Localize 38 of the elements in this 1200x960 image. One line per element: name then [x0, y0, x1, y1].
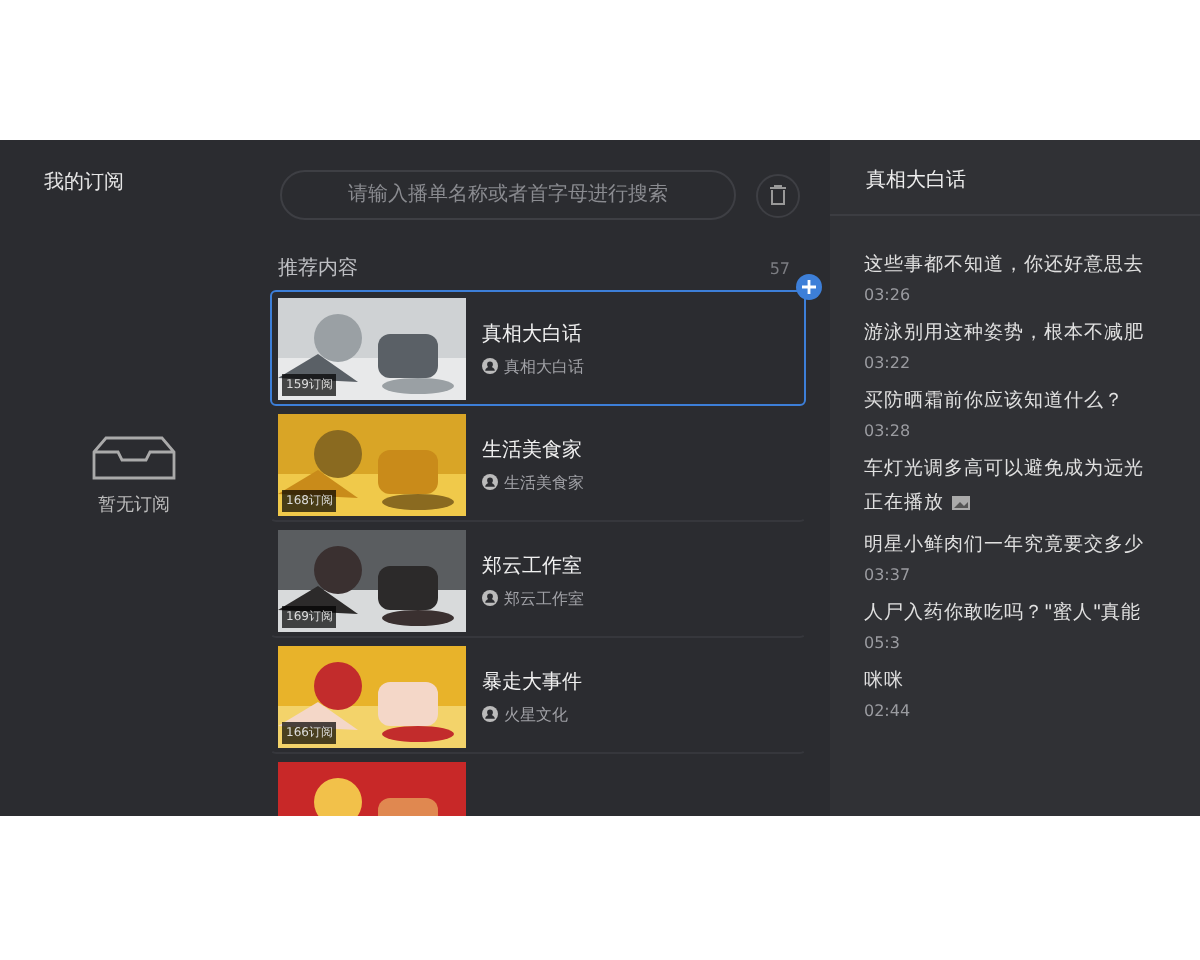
channel-title: 真相大白话 — [482, 321, 584, 347]
episode-duration: 03:37 — [864, 566, 911, 584]
image-icon — [952, 496, 970, 510]
empty-tray-icon — [90, 436, 178, 480]
playing-status: 正在播放 — [864, 490, 944, 516]
episode-title[interactable]: 游泳别用这种姿势，根本不减肥 — [864, 320, 1200, 346]
trash-icon — [768, 184, 788, 206]
episode-title[interactable]: 这些事都不知道，你还好意思去 — [864, 252, 1200, 278]
user-icon — [482, 358, 498, 374]
delete-button[interactable] — [756, 173, 800, 217]
add-button[interactable] — [796, 274, 822, 300]
user-icon — [482, 474, 498, 490]
channel-author: 火星文化 — [504, 703, 568, 725]
episode-title[interactable]: 车灯光调多高可以避免成为远光 — [864, 456, 1200, 482]
episode-duration: 02:44 — [864, 702, 911, 720]
channel-author: 生活美食家 — [504, 471, 584, 493]
episode-duration: 03:22 — [864, 354, 911, 372]
episode-title[interactable]: 咪咪 — [864, 668, 1200, 694]
sidebar-title: 我的订阅 — [44, 169, 126, 196]
episode-duration: 05:3 — [864, 634, 900, 652]
item-count: 57 — [769, 259, 790, 277]
empty-text: 暂无订阅 — [98, 493, 170, 518]
episode-title[interactable]: 人尸入药你敢吃吗？"蜜人"真能 — [864, 600, 1200, 626]
plus-icon — [802, 280, 816, 294]
search-field[interactable]: 请输入播单名称或者首字母进行搜索 — [280, 170, 736, 220]
section-title: 推荐内容 — [278, 255, 358, 282]
episode-title[interactable]: 买防晒霜前你应该知道什么？ — [864, 388, 1200, 414]
channel-title: 暴走大事件 — [482, 669, 582, 695]
user-icon — [482, 706, 498, 722]
episode-title[interactable]: 明星小鲜肉们一年究竟要交多少 — [864, 532, 1200, 558]
episode-duration: 03:28 — [864, 422, 911, 440]
playlist-title: 真相大白话 — [830, 140, 1200, 216]
channel-title: 生活美食家 — [482, 437, 584, 463]
user-icon — [482, 590, 498, 606]
episode-duration: 03:26 — [864, 286, 911, 304]
channel-title: 郑云工作室 — [482, 553, 584, 579]
channel-author: 郑云工作室 — [504, 587, 584, 609]
channel-author: 真相大白话 — [504, 355, 584, 377]
